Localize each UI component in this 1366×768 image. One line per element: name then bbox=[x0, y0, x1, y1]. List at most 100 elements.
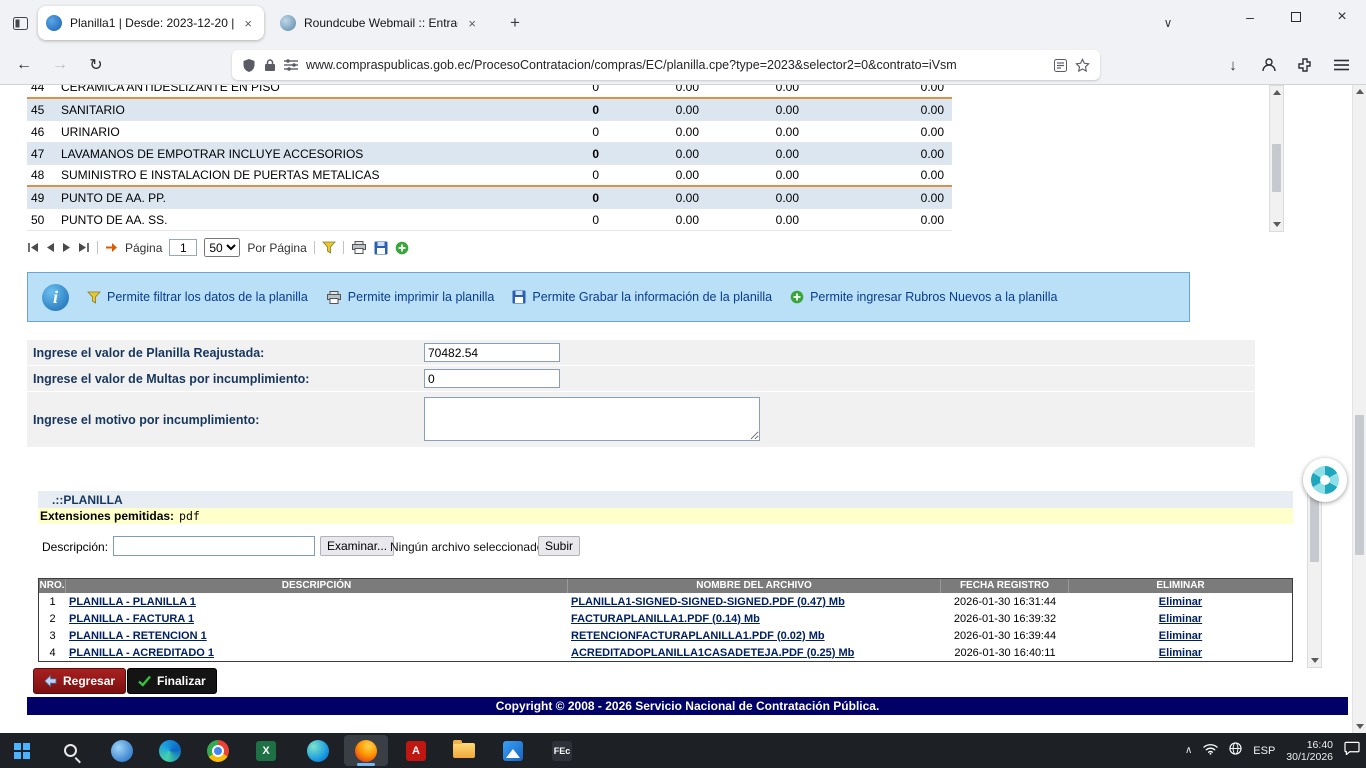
file-description-link[interactable]: PLANILLA - PLANILLA 1 bbox=[69, 596, 196, 608]
table-scrollbar[interactable] bbox=[1269, 85, 1284, 232]
reload-button[interactable]: ↻ bbox=[81, 50, 111, 80]
language-indicator[interactable]: ESP bbox=[1253, 745, 1275, 757]
scroll-down-icon[interactable] bbox=[1308, 654, 1321, 667]
tab-roundcube[interactable]: Roundcube Webmail :: Entrada × bbox=[272, 6, 488, 40]
taskbar-browser-alt[interactable] bbox=[296, 733, 340, 768]
new-tab-button[interactable]: + bbox=[502, 10, 528, 36]
window-minimize-button[interactable]: – bbox=[1227, 0, 1273, 34]
table-row[interactable]: 47 LAVAMANOS DE EMPOTRAR INCLUYE ACCESOR… bbox=[27, 143, 952, 165]
rubro-value-1: 0.00 bbox=[607, 213, 707, 227]
scroll-thumb[interactable] bbox=[1310, 492, 1319, 562]
last-page-icon[interactable] bbox=[78, 242, 90, 253]
eliminar-link[interactable]: Eliminar bbox=[1159, 596, 1202, 608]
scroll-up-icon[interactable] bbox=[1353, 85, 1366, 98]
capture-widget[interactable] bbox=[1303, 458, 1347, 502]
taskbar-chrome[interactable] bbox=[196, 733, 240, 768]
file-description-link[interactable]: PLANILLA - FACTURA 1 bbox=[69, 613, 194, 625]
add-icon bbox=[790, 290, 804, 304]
mail-app-icon bbox=[111, 740, 133, 762]
descripcion-input[interactable] bbox=[113, 536, 315, 556]
next-page-icon[interactable] bbox=[62, 242, 71, 253]
scroll-down-icon[interactable] bbox=[1353, 720, 1366, 733]
add-rubro-icon[interactable] bbox=[395, 241, 409, 255]
subir-button[interactable]: Subir bbox=[538, 536, 580, 556]
reajustada-input[interactable] bbox=[424, 343, 560, 362]
permissions-sliders-icon[interactable] bbox=[284, 59, 298, 71]
file-description-link[interactable]: PLANILLA - RETENCION 1 bbox=[69, 630, 207, 642]
page-number-input[interactable] bbox=[169, 239, 197, 256]
multas-input[interactable] bbox=[424, 369, 560, 388]
close-tab-icon[interactable]: × bbox=[464, 16, 480, 31]
url-text[interactable]: www.compraspublicas.gob.ec/ProcesoContra… bbox=[306, 58, 1046, 72]
notifications-icon[interactable] bbox=[1344, 741, 1360, 760]
web-page: 44 CERAMICA ANTIDESLIZANTE EN PISO 0 0.0… bbox=[0, 85, 1366, 733]
account-icon[interactable] bbox=[1254, 50, 1284, 80]
bookmark-star-icon[interactable] bbox=[1075, 58, 1090, 73]
finalizar-button[interactable]: Finalizar bbox=[127, 668, 217, 694]
firefox-view-button[interactable] bbox=[8, 11, 32, 35]
downloads-button[interactable]: ↓ bbox=[1218, 50, 1248, 80]
scroll-thumb[interactable] bbox=[1355, 415, 1364, 555]
table-row[interactable]: 45 SANITARIO 0 0.00 0.00 0.00 bbox=[27, 99, 952, 121]
table-row[interactable]: 48 SUMINISTRO E INSTALACION DE PUERTAS M… bbox=[27, 165, 952, 187]
close-tab-icon[interactable]: × bbox=[240, 16, 256, 31]
excel-icon: X bbox=[256, 741, 276, 761]
table-row[interactable]: 46 URINARIO 0 0.00 0.00 0.00 bbox=[27, 121, 952, 143]
taskbar-edge[interactable] bbox=[148, 733, 192, 768]
descripcion-label: Descripción: bbox=[42, 540, 108, 554]
info-item-add: Permite ingresar Rubros Nuevos a la plan… bbox=[790, 290, 1057, 304]
forward-button[interactable]: → bbox=[45, 50, 75, 80]
lock-icon[interactable] bbox=[264, 58, 276, 72]
shield-icon[interactable] bbox=[242, 58, 256, 73]
motivo-textarea[interactable] bbox=[424, 397, 760, 441]
scroll-down-icon[interactable] bbox=[1270, 218, 1283, 231]
menu-hamburger-icon[interactable] bbox=[1326, 50, 1356, 80]
panel-scrollbar[interactable] bbox=[1307, 475, 1322, 668]
taskbar-file-explorer[interactable] bbox=[442, 733, 486, 768]
eliminar-link[interactable]: Eliminar bbox=[1159, 613, 1202, 625]
table-row[interactable]: 49 PUNTO DE AA. PP. 0 0.00 0.00 0.00 bbox=[27, 187, 952, 209]
tab-planilla[interactable]: Planilla1 | Desde: 2023-12-20 | H × bbox=[38, 6, 264, 40]
print-icon[interactable] bbox=[351, 241, 367, 254]
taskbar-firefox-active[interactable] bbox=[344, 735, 388, 766]
window-close-button[interactable]: × bbox=[1319, 0, 1365, 34]
page-scrollbar[interactable] bbox=[1352, 85, 1366, 733]
scroll-thumb[interactable] bbox=[1272, 144, 1281, 192]
taskbar-photos[interactable] bbox=[491, 733, 535, 768]
scroll-up-icon[interactable] bbox=[1270, 86, 1283, 99]
reader-mode-icon[interactable] bbox=[1054, 59, 1067, 72]
hidden-icons-chevron[interactable]: ∧ bbox=[1185, 745, 1192, 756]
regresar-button[interactable]: Regresar bbox=[33, 668, 126, 694]
table-row[interactable]: 50 PUNTO DE AA. SS. 0 0.00 0.00 0.00 bbox=[27, 209, 952, 231]
window-maximize-button[interactable] bbox=[1273, 0, 1319, 34]
file-description-link[interactable]: PLANILLA - ACREDITADO 1 bbox=[69, 647, 214, 659]
file-date: 2026-01-30 16:39:44 bbox=[941, 630, 1069, 642]
taskbar-excel[interactable]: X bbox=[244, 733, 288, 768]
taskbar-search-button[interactable] bbox=[48, 733, 92, 768]
table-row[interactable]: 44 CERAMICA ANTIDESLIZANTE EN PISO 0 0.0… bbox=[27, 85, 952, 99]
eliminar-link[interactable]: Eliminar bbox=[1159, 647, 1202, 659]
first-page-icon[interactable] bbox=[27, 242, 39, 253]
wifi-icon[interactable] bbox=[1203, 742, 1218, 760]
network-globe-icon[interactable] bbox=[1229, 742, 1242, 760]
previous-page-icon[interactable] bbox=[46, 242, 55, 253]
extensions-icon[interactable] bbox=[1290, 50, 1320, 80]
taskbar-fec-app[interactable]: FEc bbox=[540, 733, 584, 768]
rubro-value-2: 0.00 bbox=[707, 103, 807, 117]
file-name-link[interactable]: ACREDITADOPLANILLA1CASADETEJA.PDF (0.25)… bbox=[571, 647, 854, 659]
per-page-select[interactable]: 50 bbox=[204, 238, 240, 257]
eliminar-link[interactable]: Eliminar bbox=[1159, 630, 1202, 642]
address-bar[interactable]: www.compraspublicas.gob.ec/ProcesoContra… bbox=[232, 50, 1100, 80]
file-name-link[interactable]: PLANILLA1-SIGNED-SIGNED-SIGNED.PDF (0.47… bbox=[571, 596, 845, 608]
file-name-link[interactable]: FACTURAPLANILLA1.PDF (0.14) Mb bbox=[571, 613, 760, 625]
taskbar-acrobat[interactable]: A bbox=[394, 733, 438, 768]
examinar-button[interactable]: Examinar... bbox=[320, 536, 394, 556]
back-button[interactable]: ← bbox=[9, 50, 39, 80]
file-name-link[interactable]: RETENCIONFACTURAPLANILLA1.PDF (0.02) Mb bbox=[571, 630, 825, 642]
filter-icon[interactable] bbox=[322, 241, 336, 254]
list-tabs-chevron-icon[interactable]: ∨ bbox=[1156, 11, 1180, 35]
taskbar-mail-app[interactable] bbox=[100, 733, 144, 768]
save-icon[interactable] bbox=[374, 241, 388, 255]
start-button[interactable] bbox=[0, 733, 44, 768]
clock[interactable]: 16:40 30/1/2026 bbox=[1286, 739, 1333, 763]
